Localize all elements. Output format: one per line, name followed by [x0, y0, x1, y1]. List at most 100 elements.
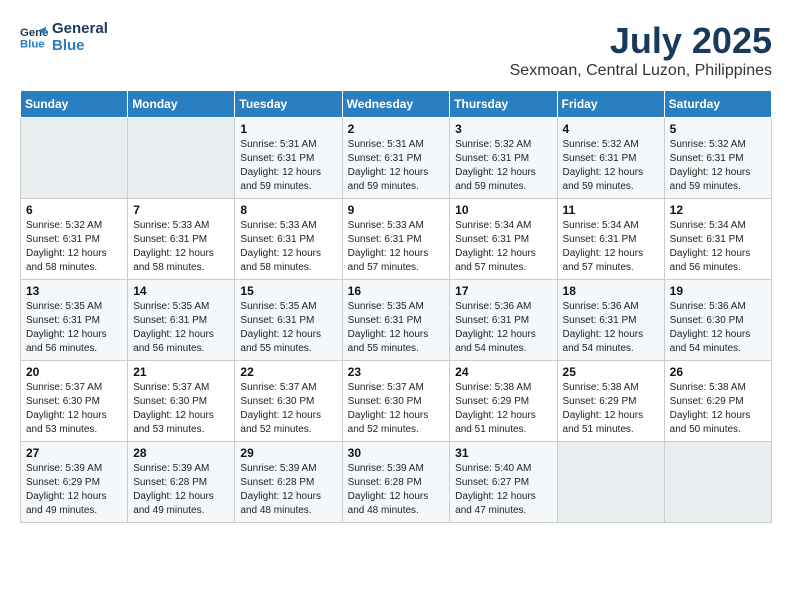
day-info: Sunrise: 5:39 AM Sunset: 6:29 PM Dayligh…	[26, 462, 122, 518]
calendar-cell: 11Sunrise: 5:34 AM Sunset: 6:31 PM Dayli…	[557, 199, 664, 280]
day-number: 2	[348, 122, 445, 136]
day-info: Sunrise: 5:37 AM Sunset: 6:30 PM Dayligh…	[133, 381, 229, 437]
day-number: 26	[670, 365, 766, 379]
calendar-cell: 26Sunrise: 5:38 AM Sunset: 6:29 PM Dayli…	[664, 361, 771, 442]
page-header: General Blue General Blue July 2025 Sexm…	[20, 20, 772, 80]
calendar-cell: 21 Sunrise: 5:37 AM Sunset: 6:30 PM Dayli…	[128, 361, 235, 442]
logo-line1: General	[52, 20, 108, 37]
day-number: 29	[240, 446, 336, 460]
day-info: Sunrise: 5:39 AM Sunset: 6:28 PM Dayligh…	[348, 462, 445, 518]
day-number: 21	[133, 365, 229, 379]
day-info: Sunrise: 5:35 AM Sunset: 6:31 PM Dayligh…	[240, 300, 336, 356]
calendar-cell: 24 Sunrise: 5:38 AM Sunset: 6:29 PM Dayli…	[450, 361, 557, 442]
day-info: Sunrise: 5:33 AM Sunset: 6:31 PM Dayligh…	[133, 219, 229, 275]
calendar-cell: 9Sunrise: 5:33 AM Sunset: 6:31 PM Daylig…	[342, 199, 450, 280]
calendar-cell: 20 Sunrise: 5:37 AM Sunset: 6:30 PM Dayli…	[21, 361, 128, 442]
day-number: 7	[133, 203, 229, 217]
day-number: 22	[240, 365, 336, 379]
day-info: Sunrise: 5:37 AM Sunset: 6:30 PM Dayligh…	[240, 381, 336, 437]
calendar-cell	[664, 442, 771, 523]
calendar-cell: 5Sunrise: 5:32 AM Sunset: 6:31 PM Daylig…	[664, 118, 771, 199]
day-number: 18	[563, 284, 659, 298]
calendar-cell: 14 Sunrise: 5:35 AM Sunset: 6:31 PM Dayli…	[128, 280, 235, 361]
day-info: Sunrise: 5:38 AM Sunset: 6:29 PM Dayligh…	[563, 381, 659, 437]
day-info: Sunrise: 5:34 AM Sunset: 6:31 PM Dayligh…	[670, 219, 766, 275]
header-friday: Friday	[557, 91, 664, 118]
day-info: Sunrise: 5:32 AM Sunset: 6:31 PM Dayligh…	[455, 138, 551, 194]
day-info: Sunrise: 5:33 AM Sunset: 6:31 PM Dayligh…	[240, 219, 336, 275]
day-info: Sunrise: 5:36 AM Sunset: 6:31 PM Dayligh…	[455, 300, 551, 356]
page-subtitle: Sexmoan, Central Luzon, Philippines	[510, 62, 772, 80]
day-number: 27	[26, 446, 122, 460]
day-info: Sunrise: 5:34 AM Sunset: 6:31 PM Dayligh…	[563, 219, 659, 275]
calendar-cell	[128, 118, 235, 199]
calendar-week-3: 13 Sunrise: 5:35 AM Sunset: 6:31 PM Dayli…	[21, 280, 772, 361]
svg-text:Blue: Blue	[20, 39, 45, 51]
day-info: Sunrise: 5:32 AM Sunset: 6:31 PM Dayligh…	[26, 219, 122, 275]
day-number: 25	[563, 365, 659, 379]
header-monday: Monday	[128, 91, 235, 118]
day-number: 10	[455, 203, 551, 217]
day-info: Sunrise: 5:38 AM Sunset: 6:29 PM Dayligh…	[455, 381, 551, 437]
day-number: 8	[240, 203, 336, 217]
day-number: 16	[348, 284, 445, 298]
calendar-cell: 30 Sunrise: 5:39 AM Sunset: 6:28 PM Dayli…	[342, 442, 450, 523]
calendar-cell: 8 Sunrise: 5:33 AM Sunset: 6:31 PM Daylig…	[235, 199, 342, 280]
calendar-cell: 3 Sunrise: 5:32 AM Sunset: 6:31 PM Daylig…	[450, 118, 557, 199]
calendar-cell: 13 Sunrise: 5:35 AM Sunset: 6:31 PM Dayli…	[21, 280, 128, 361]
day-number: 24	[455, 365, 551, 379]
day-info: Sunrise: 5:31 AM Sunset: 6:31 PM Dayligh…	[348, 138, 445, 194]
title-block: July 2025 Sexmoan, Central Luzon, Philip…	[510, 20, 772, 80]
calendar-cell: 2 Sunrise: 5:31 AM Sunset: 6:31 PM Daylig…	[342, 118, 450, 199]
calendar-cell: 17 Sunrise: 5:36 AM Sunset: 6:31 PM Dayli…	[450, 280, 557, 361]
calendar-week-5: 27 Sunrise: 5:39 AM Sunset: 6:29 PM Dayli…	[21, 442, 772, 523]
calendar-cell: 16 Sunrise: 5:35 AM Sunset: 6:31 PM Dayli…	[342, 280, 450, 361]
calendar-cell: 18 Sunrise: 5:36 AM Sunset: 6:31 PM Dayli…	[557, 280, 664, 361]
day-info: Sunrise: 5:35 AM Sunset: 6:31 PM Dayligh…	[133, 300, 229, 356]
day-number: 17	[455, 284, 551, 298]
header-saturday: Saturday	[664, 91, 771, 118]
day-number: 3	[455, 122, 551, 136]
day-number: 9	[348, 203, 445, 217]
calendar-cell: 7 Sunrise: 5:33 AM Sunset: 6:31 PM Daylig…	[128, 199, 235, 280]
calendar-cell: 1 Sunrise: 5:31 AM Sunset: 6:31 PM Daylig…	[235, 118, 342, 199]
day-number: 1	[240, 122, 336, 136]
day-number: 5	[670, 122, 766, 136]
day-number: 4	[563, 122, 659, 136]
day-info: Sunrise: 5:35 AM Sunset: 6:31 PM Dayligh…	[26, 300, 122, 356]
day-number: 6	[26, 203, 122, 217]
day-info: Sunrise: 5:39 AM Sunset: 6:28 PM Dayligh…	[133, 462, 229, 518]
header-sunday: Sunday	[21, 91, 128, 118]
calendar-cell: 12 Sunrise: 5:34 AM Sunset: 6:31 PM Dayli…	[664, 199, 771, 280]
calendar-cell	[21, 118, 128, 199]
day-info: Sunrise: 5:35 AM Sunset: 6:31 PM Dayligh…	[348, 300, 445, 356]
calendar-week-2: 6 Sunrise: 5:32 AM Sunset: 6:31 PM Daylig…	[21, 199, 772, 280]
day-info: Sunrise: 5:39 AM Sunset: 6:28 PM Dayligh…	[240, 462, 336, 518]
logo-icon: General Blue	[20, 23, 48, 51]
calendar-header-row: SundayMondayTuesdayWednesdayThursdayFrid…	[21, 91, 772, 118]
calendar-week-1: 1 Sunrise: 5:31 AM Sunset: 6:31 PM Daylig…	[21, 118, 772, 199]
header-wednesday: Wednesday	[342, 91, 450, 118]
day-info: Sunrise: 5:36 AM Sunset: 6:31 PM Dayligh…	[563, 300, 659, 356]
calendar-cell: 25 Sunrise: 5:38 AM Sunset: 6:29 PM Dayli…	[557, 361, 664, 442]
calendar-cell: 23 Sunrise: 5:37 AM Sunset: 6:30 PM Dayli…	[342, 361, 450, 442]
day-number: 14	[133, 284, 229, 298]
day-number: 20	[26, 365, 122, 379]
day-number: 28	[133, 446, 229, 460]
calendar-cell: 27 Sunrise: 5:39 AM Sunset: 6:29 PM Dayli…	[21, 442, 128, 523]
calendar-cell: 31Sunrise: 5:40 AM Sunset: 6:27 PM Dayli…	[450, 442, 557, 523]
calendar-cell: 28 Sunrise: 5:39 AM Sunset: 6:28 PM Dayli…	[128, 442, 235, 523]
day-number: 13	[26, 284, 122, 298]
day-info: Sunrise: 5:37 AM Sunset: 6:30 PM Dayligh…	[348, 381, 445, 437]
calendar-cell: 22 Sunrise: 5:37 AM Sunset: 6:30 PM Dayli…	[235, 361, 342, 442]
page-title: July 2025	[510, 20, 772, 62]
day-info: Sunrise: 5:40 AM Sunset: 6:27 PM Dayligh…	[455, 462, 551, 518]
calendar-week-4: 20 Sunrise: 5:37 AM Sunset: 6:30 PM Dayli…	[21, 361, 772, 442]
day-number: 12	[670, 203, 766, 217]
calendar-cell: 19Sunrise: 5:36 AM Sunset: 6:30 PM Dayli…	[664, 280, 771, 361]
day-number: 23	[348, 365, 445, 379]
day-info: Sunrise: 5:31 AM Sunset: 6:31 PM Dayligh…	[240, 138, 336, 194]
day-number: 30	[348, 446, 445, 460]
calendar-cell: 4Sunrise: 5:32 AM Sunset: 6:31 PM Daylig…	[557, 118, 664, 199]
day-info: Sunrise: 5:37 AM Sunset: 6:30 PM Dayligh…	[26, 381, 122, 437]
